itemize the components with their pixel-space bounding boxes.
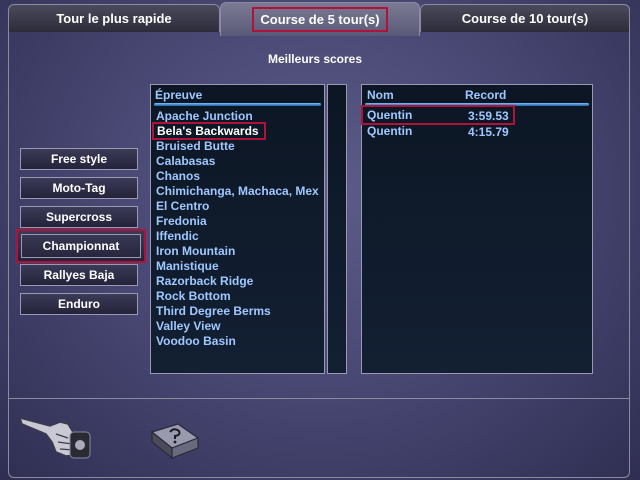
tab-label: Course de 5 tour(s) bbox=[252, 7, 388, 32]
event-item[interactable]: Iffendic bbox=[156, 229, 199, 243]
mode-button-supercross[interactable]: Supercross bbox=[20, 206, 138, 228]
event-item[interactable]: Manistique bbox=[156, 259, 219, 273]
bottom-divider bbox=[8, 398, 630, 399]
mode-label: Moto-Tag bbox=[52, 181, 106, 195]
event-item[interactable]: Calabasas bbox=[156, 154, 215, 168]
event-item[interactable]: Razorback Ridge bbox=[156, 274, 253, 288]
event-item[interactable]: Chimichanga, Machaca, Mex bbox=[156, 184, 319, 198]
mode-button-championnat[interactable]: Championnat bbox=[16, 229, 146, 263]
mode-button-moto-tag[interactable]: Moto-Tag bbox=[20, 177, 138, 199]
event-item-selected[interactable]: Bela's Backwards bbox=[152, 122, 266, 140]
mode-button-free-style[interactable]: Free style bbox=[20, 148, 138, 170]
events-header: Épreuve bbox=[151, 85, 324, 103]
mode-button-rallyes-baja[interactable]: Rallyes Baja bbox=[20, 264, 138, 286]
event-item[interactable]: Apache Junction bbox=[156, 109, 253, 123]
score-record: 3:59.53 bbox=[468, 109, 509, 123]
mode-label: Rallyes Baja bbox=[43, 268, 115, 282]
event-item[interactable]: Bruised Butte bbox=[156, 139, 235, 153]
header-divider bbox=[365, 103, 589, 106]
events-list[interactable]: Épreuve Apache Junction Bela's Backwards… bbox=[150, 84, 325, 374]
tab-label: Tour le plus rapide bbox=[56, 11, 172, 26]
scores-header: Nom Record bbox=[362, 85, 592, 103]
help-book-icon[interactable] bbox=[148, 420, 202, 462]
event-item[interactable]: Third Degree Berms bbox=[156, 304, 271, 318]
pointing-hand-icon[interactable] bbox=[16, 404, 96, 464]
event-item[interactable]: Fredonia bbox=[156, 214, 207, 228]
event-item[interactable]: Rock Bottom bbox=[156, 289, 231, 303]
event-item[interactable]: Iron Mountain bbox=[156, 244, 235, 258]
event-item[interactable]: Voodoo Basin bbox=[156, 334, 236, 348]
scores-table: Nom Record Quentin 3:59.53 Quentin 4:15.… bbox=[361, 84, 593, 374]
tab-fastest-lap[interactable]: Tour le plus rapide bbox=[8, 4, 220, 32]
score-name: Quentin bbox=[367, 124, 413, 138]
header-divider bbox=[154, 103, 321, 106]
events-header-label: Épreuve bbox=[155, 88, 203, 102]
tab-10-laps[interactable]: Course de 10 tour(s) bbox=[420, 4, 630, 32]
event-item[interactable]: El Centro bbox=[156, 199, 209, 213]
tab-5-laps[interactable]: Course de 5 tour(s) bbox=[220, 2, 420, 36]
event-item[interactable]: Chanos bbox=[156, 169, 200, 183]
event-item[interactable]: Valley View bbox=[156, 319, 221, 333]
score-name: Quentin bbox=[367, 108, 413, 122]
events-scrollbar[interactable] bbox=[327, 84, 347, 374]
mode-button-enduro[interactable]: Enduro bbox=[20, 293, 138, 315]
mode-label: Free style bbox=[50, 152, 108, 166]
mode-label: Championnat bbox=[21, 234, 141, 258]
score-record: 4:15.79 bbox=[468, 125, 509, 139]
section-title: Meilleurs scores bbox=[267, 52, 363, 66]
column-header-record: Record bbox=[465, 88, 507, 102]
mode-label: Supercross bbox=[45, 210, 113, 224]
tab-label: Course de 10 tour(s) bbox=[461, 11, 589, 26]
column-header-name: Nom bbox=[367, 88, 394, 102]
mode-label: Enduro bbox=[58, 297, 100, 311]
